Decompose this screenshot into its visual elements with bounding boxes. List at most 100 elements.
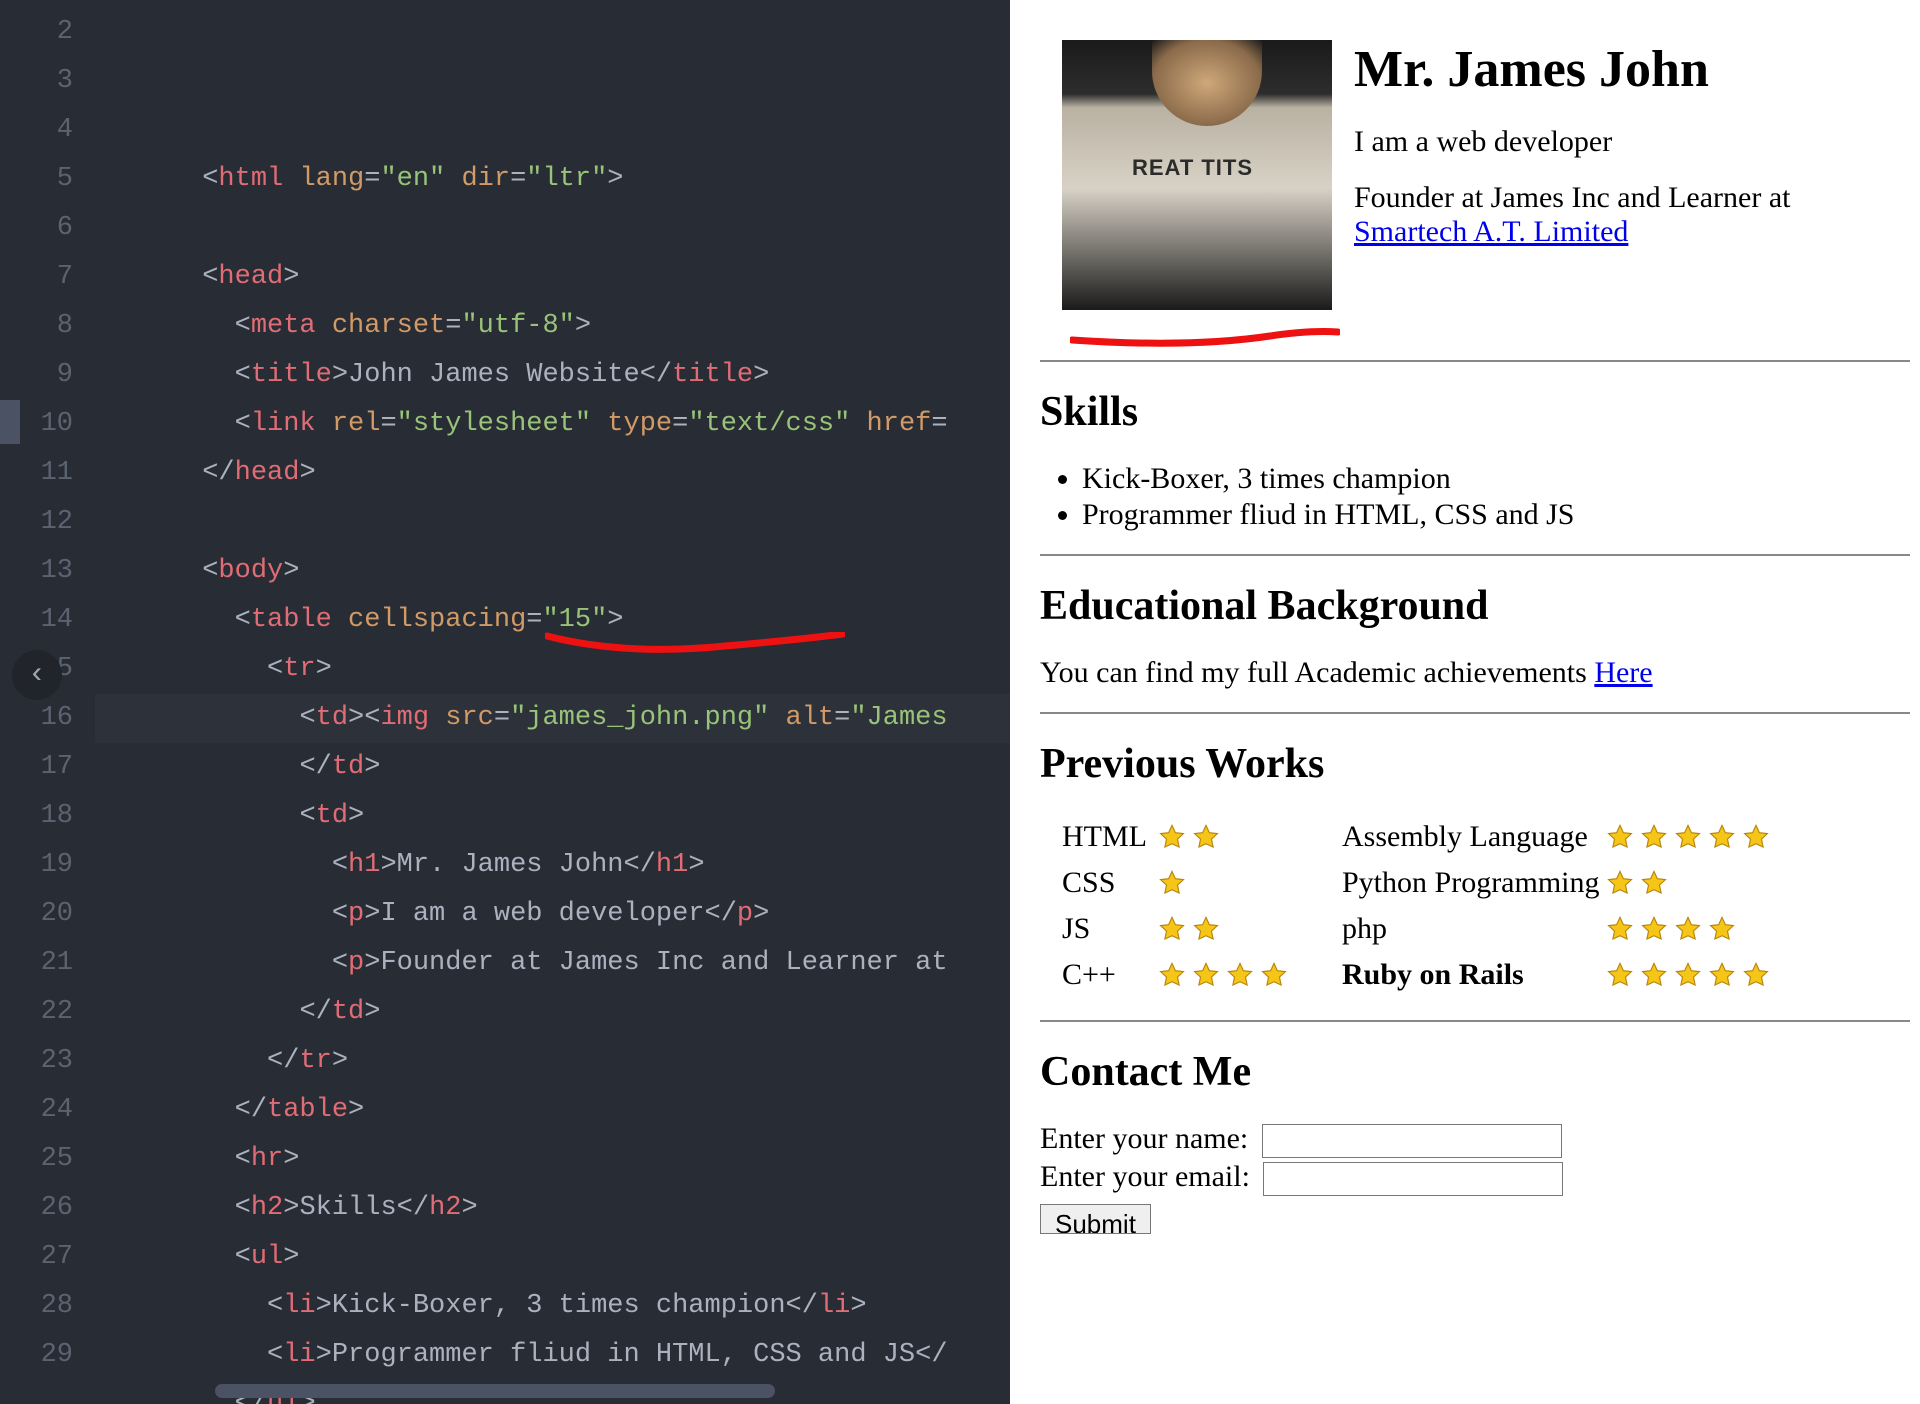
skill-label: CSS [1062, 866, 1152, 900]
code-line[interactable]: <li>Programmer fliud in HTML, CSS and JS… [95, 1331, 1010, 1380]
chevron-left-icon: ‹ [28, 658, 46, 692]
star-icon [1606, 869, 1634, 897]
contact-form: Enter your name: Enter your email: Submi… [1040, 1122, 1920, 1242]
star-icon [1606, 915, 1634, 943]
line-number: 5 [0, 155, 95, 204]
code-line[interactable]: <html lang="en" dir="ltr"> [95, 155, 1010, 204]
page-title: Mr. James John [1354, 40, 1898, 99]
table-row: Assembly Language [1342, 814, 1770, 860]
line-number: 26 [0, 1184, 95, 1233]
code-line[interactable]: <p>Founder at James Inc and Learner at [95, 939, 1010, 988]
line-number: 7 [0, 253, 95, 302]
code-line[interactable] [95, 498, 1010, 547]
star-icon [1158, 915, 1186, 943]
line-number: 27 [0, 1233, 95, 1282]
table-row: Ruby on Rails [1342, 952, 1770, 998]
star-icon [1674, 915, 1702, 943]
line-number: 20 [0, 890, 95, 939]
code-line[interactable]: <body> [95, 547, 1010, 596]
submit-button[interactable]: Submit [1040, 1204, 1151, 1234]
skill-label: Ruby on Rails [1342, 958, 1600, 992]
code-line[interactable]: <hr> [95, 1135, 1010, 1184]
line-number-gutter: 2345678910111213141516171819202122232425… [0, 0, 95, 1404]
line-number: 9 [0, 351, 95, 400]
code-line[interactable]: <p>I am a web developer</p> [95, 890, 1010, 939]
name-input[interactable] [1262, 1124, 1562, 1158]
line-number: 3 [0, 57, 95, 106]
divider [1040, 360, 1910, 362]
code-area[interactable]: <html lang="en" dir="ltr"> <head> <meta … [95, 0, 1010, 1404]
star-icon [1606, 823, 1634, 851]
star-icon [1606, 961, 1634, 989]
table-row: Python Programming [1342, 860, 1770, 906]
star-icon [1674, 823, 1702, 851]
skills-heading: Skills [1040, 388, 1920, 436]
code-line[interactable]: <h1>Mr. James John</h1> [95, 841, 1010, 890]
works-heading: Previous Works [1040, 740, 1920, 788]
code-line[interactable]: <link rel="stylesheet" type="text/css" h… [95, 400, 1010, 449]
code-line[interactable]: </tr> [95, 1037, 1010, 1086]
code-line[interactable]: <h2>Skills</h2> [95, 1184, 1010, 1233]
divider [1040, 712, 1910, 714]
editor-horizontal-scrollbar[interactable] [215, 1384, 775, 1398]
line-number: 25 [0, 1135, 95, 1184]
line-number: 23 [0, 1037, 95, 1086]
line-number: 2 [0, 8, 95, 57]
code-line[interactable]: <li>Kick-Boxer, 3 times champion</li> [95, 1282, 1010, 1331]
table-row: CSS [1062, 860, 1342, 906]
star-icon [1192, 961, 1220, 989]
star-icon [1260, 961, 1288, 989]
education-heading: Educational Background [1040, 582, 1920, 630]
email-input[interactable] [1263, 1162, 1563, 1196]
code-line[interactable]: <meta charset="utf-8"> [95, 302, 1010, 351]
code-line[interactable]: <td> [95, 792, 1010, 841]
star-icon [1708, 961, 1736, 989]
education-link[interactable]: Here [1594, 656, 1652, 689]
browser-preview-pane: Mr. James John I am a web developer Foun… [1010, 0, 1920, 1404]
editor-vertical-scrollbar[interactable] [0, 400, 20, 444]
code-line[interactable]: </td> [95, 988, 1010, 1037]
code-line[interactable]: <head> [95, 253, 1010, 302]
code-line[interactable]: <title>John James Website</title> [95, 351, 1010, 400]
star-icon [1192, 823, 1220, 851]
line-number: 11 [0, 449, 95, 498]
line-number: 12 [0, 498, 95, 547]
code-line[interactable]: </td> [95, 743, 1010, 792]
contact-heading: Contact Me [1040, 1048, 1920, 1096]
star-icon [1158, 869, 1186, 897]
star-icon [1640, 961, 1668, 989]
line-number: 17 [0, 743, 95, 792]
code-line[interactable]: <table cellspacing="15"> [95, 596, 1010, 645]
skill-label: Assembly Language [1342, 820, 1600, 854]
star-icon [1742, 823, 1770, 851]
star-icon [1158, 823, 1186, 851]
panel-collapse-button[interactable]: ‹ [12, 650, 62, 700]
education-text: You can find my full Academic achievemen… [1040, 656, 1594, 689]
skill-label: HTML [1062, 820, 1152, 854]
skill-label: php [1342, 912, 1600, 946]
code-line[interactable]: <tr> [95, 645, 1010, 694]
education-paragraph: You can find my full Academic achievemen… [1040, 656, 1920, 690]
code-line[interactable]: </head> [95, 449, 1010, 498]
divider [1040, 554, 1910, 556]
star-icon [1708, 823, 1736, 851]
star-icon [1674, 961, 1702, 989]
skill-label: C++ [1062, 958, 1152, 992]
company-link[interactable]: Smartech A.T. Limited [1354, 215, 1628, 248]
list-item: Programmer fliud in HTML, CSS and JS [1082, 498, 1920, 532]
star-icon [1742, 961, 1770, 989]
code-line[interactable]: <td><img src="james_john.png" alt="James [95, 694, 1010, 743]
star-icon [1640, 823, 1668, 851]
line-number: 19 [0, 841, 95, 890]
code-line[interactable]: <ul> [95, 1233, 1010, 1282]
code-line[interactable] [95, 204, 1010, 253]
name-label: Enter your name: [1040, 1122, 1248, 1155]
skills-list: Kick-Boxer, 3 times championProgrammer f… [1082, 462, 1920, 532]
code-line[interactable]: </table> [95, 1086, 1010, 1135]
line-number: 22 [0, 988, 95, 1037]
skill-label: Python Programming [1342, 866, 1600, 900]
list-item: Kick-Boxer, 3 times champion [1082, 462, 1920, 496]
line-number: 16 [0, 694, 95, 743]
line-number: 14 [0, 596, 95, 645]
line-number: 28 [0, 1282, 95, 1331]
